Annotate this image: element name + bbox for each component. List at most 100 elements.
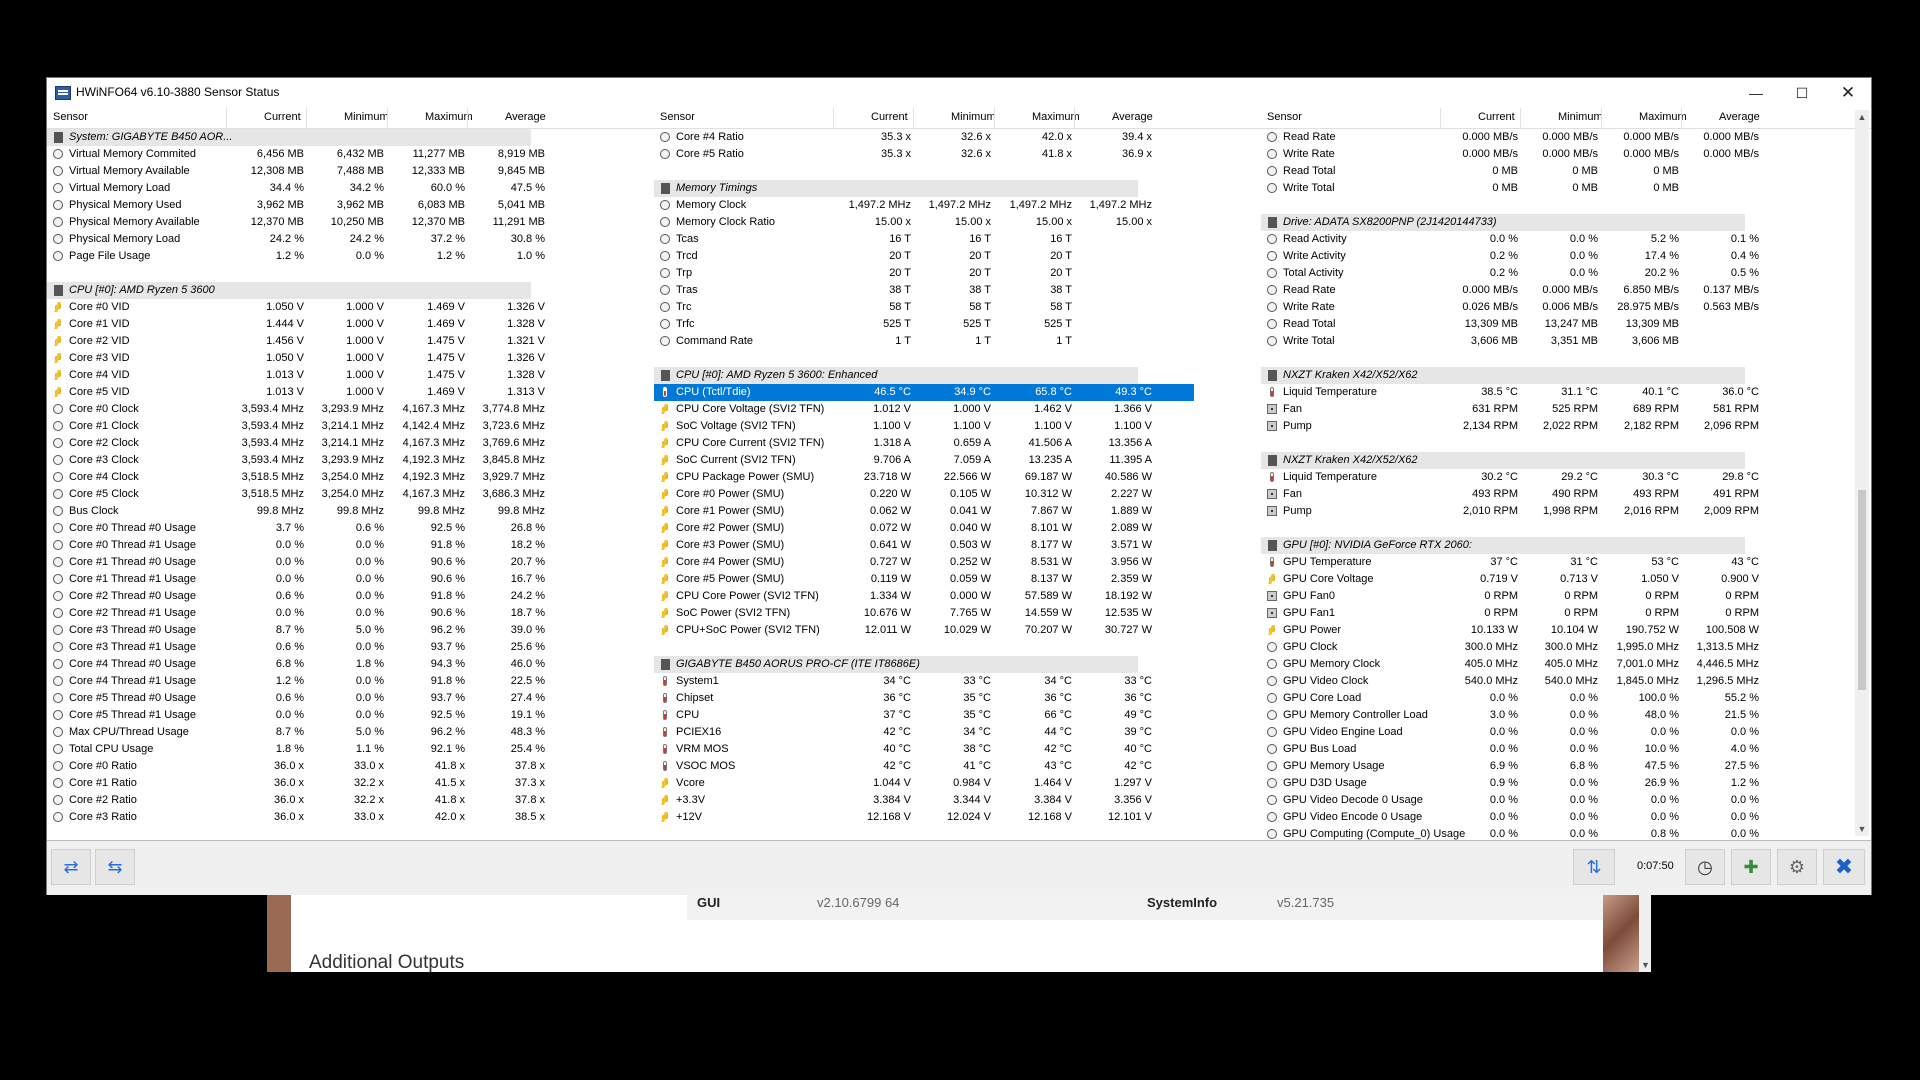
sensor-row[interactable]: CPU (Tctl/Tdie) 46.5 °C 34.9 °C 65.8 °C 49.3… bbox=[654, 384, 1194, 401]
sensor-row[interactable]: Core #1 Thread #0 Usage 0.0 % 0.0 % 90.6 % 2… bbox=[47, 554, 654, 571]
clock-reset-button[interactable]: ◷ bbox=[1685, 849, 1725, 885]
sensor-row[interactable]: Physical Memory Used 3,962 MB 3,962 MB 6,08… bbox=[47, 197, 654, 214]
sensor-group-header[interactable]: CPU [#0]: AMD Ryzen 5 3600: Enhanced bbox=[654, 367, 1138, 384]
sensor-row[interactable]: GPU Memory Controller Load 3.0 % 0.0 % 48.0… bbox=[1261, 707, 1871, 724]
sensor-row[interactable]: Write Total 3,606 MB 3,351 MB 3,606 MB bbox=[1261, 333, 1871, 350]
vertical-scrollbar[interactable]: ▲ ▼ bbox=[1855, 110, 1869, 836]
sensor-row[interactable]: Fan 631 RPM 525 RPM 689 RPM 581 RPM bbox=[1261, 401, 1871, 418]
sensor-row[interactable]: Read Activity 0.0 % 0.0 % 5.2 % 0.1 % bbox=[1261, 231, 1871, 248]
sensor-row[interactable]: Core #2 Clock 3,593.4 MHz 3,214.1 MHz 4,167… bbox=[47, 435, 654, 452]
sensor-row[interactable]: Page File Usage 1.2 % 0.0 % 1.2 % 1.0 % bbox=[47, 248, 654, 265]
column-separator[interactable] bbox=[833, 108, 834, 128]
sensor-row[interactable]: Core #5 Power (SMU) 0.119 W 0.059 W 8.137 W… bbox=[654, 571, 1261, 588]
sensor-row[interactable]: SoC Voltage (SVI2 TFN) 1.100 V 1.100 V 1.10… bbox=[654, 418, 1261, 435]
sensor-row[interactable]: Core #0 Power (SMU) 0.220 W 0.105 W 10.312 … bbox=[654, 486, 1261, 503]
sensor-row[interactable]: GPU Fan0 0 RPM 0 RPM 0 RPM 0 RPM bbox=[1261, 588, 1871, 605]
sensor-row[interactable]: Virtual Memory Available 12,308 MB 7,488 M… bbox=[47, 163, 654, 180]
column-header-sensor[interactable]: Sensor bbox=[1267, 111, 1302, 123]
sensor-row[interactable]: GPU Memory Usage 6.9 % 6.8 % 47.5 % 27.5 % bbox=[1261, 758, 1871, 775]
scrollbar-thumb[interactable] bbox=[1858, 490, 1866, 690]
sensor-row[interactable]: Core #4 Thread #1 Usage 1.2 % 0.0 % 91.8 % 2… bbox=[47, 673, 654, 690]
sensor-row[interactable]: GPU Temperature 37 °C 31 °C 53 °C 43 °C bbox=[1261, 554, 1871, 571]
column-separator[interactable] bbox=[1074, 108, 1075, 128]
scroll-down-icon[interactable]: ▼ bbox=[1855, 822, 1869, 836]
column-separator[interactable] bbox=[306, 108, 307, 128]
sensor-row[interactable]: Core #1 Power (SMU) 0.062 W 0.041 W 7.867 W… bbox=[654, 503, 1261, 520]
sensor-row[interactable]: Chipset 36 °C 35 °C 36 °C 36 °C bbox=[654, 690, 1261, 707]
sensor-row[interactable]: CPU+SoC Power (SVI2 TFN) 12.011 W 10.029 W… bbox=[654, 622, 1261, 639]
sensor-group-header[interactable]: Drive: ADATA SX8200PNP (2J1420144733) bbox=[1261, 214, 1745, 231]
maximize-button[interactable]: ☐ bbox=[1779, 78, 1825, 108]
sensor-row[interactable]: Core #4 VID 1.013 V 1.000 V 1.475 V 1.328 V bbox=[47, 367, 654, 384]
sensor-row[interactable]: +3.3V 3.384 V 3.344 V 3.384 V 3.356 V bbox=[654, 792, 1261, 809]
sensor-row[interactable]: VSOC MOS 42 °C 41 °C 43 °C 42 °C bbox=[654, 758, 1261, 775]
sensor-row[interactable]: Core #0 Thread #1 Usage 0.0 % 0.0 % 91.8 % 1… bbox=[47, 537, 654, 554]
sensor-row[interactable]: Fan 493 RPM 490 RPM 493 RPM 491 RPM bbox=[1261, 486, 1871, 503]
column-header-current[interactable]: Current bbox=[264, 111, 301, 123]
sensor-group-header[interactable]: GPU [#0]: NVIDIA GeForce RTX 2060: bbox=[1261, 537, 1745, 554]
sensor-row[interactable]: Core #3 Power (SMU) 0.641 W 0.503 W 8.177 W… bbox=[654, 537, 1261, 554]
column-header-average[interactable]: Average bbox=[505, 111, 546, 123]
sensor-row[interactable]: Core #0 VID 1.050 V 1.000 V 1.469 V 1.326 V bbox=[47, 299, 654, 316]
sensor-group-header[interactable]: System: GIGABYTE B450 AOR... bbox=[47, 129, 531, 146]
sensor-row[interactable]: CPU Package Power (SMU) 23.718 W 22.566 W 6… bbox=[654, 469, 1261, 486]
sensor-row[interactable]: GPU Video Clock 540.0 MHz 540.0 MHz 1,845.0… bbox=[1261, 673, 1871, 690]
column-header-minimum[interactable]: Minimum bbox=[1558, 111, 1603, 123]
sensor-row[interactable]: Write Rate 0.026 MB/s 0.006 MB/s 28.975 MB/… bbox=[1261, 299, 1871, 316]
sensor-row[interactable]: Read Rate 0.000 MB/s 0.000 MB/s 6.850 MB/s 0… bbox=[1261, 282, 1871, 299]
sensor-row[interactable]: GPU Bus Load 0.0 % 0.0 % 10.0 % 4.0 % bbox=[1261, 741, 1871, 758]
sensor-row[interactable]: Core #3 Clock 3,593.4 MHz 3,293.9 MHz 4,192… bbox=[47, 452, 654, 469]
close-sensors-button[interactable]: ✖ bbox=[1823, 849, 1865, 885]
column-separator[interactable] bbox=[226, 108, 227, 128]
sensor-row[interactable]: GPU Fan1 0 RPM 0 RPM 0 RPM 0 RPM bbox=[1261, 605, 1871, 622]
network-icon-button[interactable]: ⇅ bbox=[1573, 849, 1615, 885]
column-separator[interactable] bbox=[1520, 108, 1521, 128]
sensor-row[interactable]: Core #3 Ratio 36.0 x 33.0 x 42.0 x 38.5 x bbox=[47, 809, 654, 826]
sensor-row[interactable]: Core #0 Thread #0 Usage 3.7 % 0.6 % 92.5 % 2… bbox=[47, 520, 654, 537]
sensor-row[interactable]: Total CPU Usage 1.8 % 1.1 % 92.1 % 25.4 % bbox=[47, 741, 654, 758]
sensor-row[interactable]: Bus Clock 99.8 MHz 99.8 MHz 99.8 MHz 99.8 MH… bbox=[47, 503, 654, 520]
sensor-group-header[interactable]: CPU [#0]: AMD Ryzen 5 3600 bbox=[47, 282, 531, 299]
sensor-row[interactable]: SoC Current (SVI2 TFN) 9.706 A 7.059 A 13.2… bbox=[654, 452, 1261, 469]
column-header-current[interactable]: Current bbox=[871, 111, 908, 123]
column-header-current[interactable]: Current bbox=[1478, 111, 1515, 123]
sensor-group-header[interactable]: GIGABYTE B450 AORUS PRO-CF (ITE IT8686E) bbox=[654, 656, 1138, 673]
sensor-row[interactable]: GPU Power 10.133 W 10.104 W 190.752 W 100.50… bbox=[1261, 622, 1871, 639]
sensor-row[interactable]: Core #3 Thread #1 Usage 0.6 % 0.0 % 93.7 % 2… bbox=[47, 639, 654, 656]
scroll-down-icon[interactable]: ▼ bbox=[1641, 960, 1650, 970]
sensor-row[interactable]: GPU Video Engine Load 0.0 % 0.0 % 0.0 % 0.0 … bbox=[1261, 724, 1871, 741]
settings-gear-button[interactable]: ⚙ bbox=[1777, 849, 1817, 885]
sensor-row[interactable]: System1 34 °C 33 °C 34 °C 33 °C bbox=[654, 673, 1261, 690]
sensor-row[interactable]: PCIEX16 42 °C 34 °C 44 °C 39 °C bbox=[654, 724, 1261, 741]
sensor-group-header[interactable]: NXZT Kraken X42/X52/X62 bbox=[1261, 367, 1745, 384]
sensor-row[interactable]: Core #3 VID 1.050 V 1.000 V 1.475 V 1.326 V bbox=[47, 350, 654, 367]
sensor-row[interactable]: Pump 2,010 RPM 1,998 RPM 2,016 RPM 2,009 RPM bbox=[1261, 503, 1871, 520]
column-header-average[interactable]: Average bbox=[1112, 111, 1153, 123]
sensor-row[interactable]: GPU D3D Usage 0.9 % 0.0 % 26.9 % 1.2 % bbox=[1261, 775, 1871, 792]
column-separator[interactable] bbox=[1681, 108, 1682, 128]
sensor-row[interactable]: Pump 2,134 RPM 2,022 RPM 2,182 RPM 2,096 RPM bbox=[1261, 418, 1871, 435]
sensor-row[interactable]: Core #5 VID 1.013 V 1.000 V 1.469 V 1.313 V bbox=[47, 384, 654, 401]
sensor-row[interactable]: Core #4 Thread #0 Usage 6.8 % 1.8 % 94.3 % 4… bbox=[47, 656, 654, 673]
sensor-row[interactable]: Write Rate 0.000 MB/s 0.000 MB/s 0.000 MB/s… bbox=[1261, 146, 1871, 163]
sensor-row[interactable]: Total Activity 0.2 % 0.0 % 20.2 % 0.5 % bbox=[1261, 265, 1871, 282]
sensor-row[interactable]: CPU 37 °C 35 °C 66 °C 49 °C bbox=[654, 707, 1261, 724]
column-header-row[interactable]: Sensor Current Minimum Maximum Average bbox=[47, 108, 654, 129]
sensor-row[interactable]: Write Activity 0.2 % 0.0 % 17.4 % 0.4 % bbox=[1261, 248, 1871, 265]
sensor-row[interactable]: Trp 20 T 20 T 20 T bbox=[654, 265, 1261, 282]
sensor-row[interactable]: GPU Memory Clock 405.0 MHz 405.0 MHz 7,001.… bbox=[1261, 656, 1871, 673]
sensor-row[interactable]: GPU Core Load 0.0 % 0.0 % 100.0 % 55.2 % bbox=[1261, 690, 1871, 707]
sensor-panel-2[interactable]: Sensor Current Minimum Maximum Average Core #… bbox=[654, 108, 1262, 840]
sensor-row[interactable]: Vcore 1.044 V 0.984 V 1.464 V 1.297 V bbox=[654, 775, 1261, 792]
sensor-row[interactable]: Read Rate 0.000 MB/s 0.000 MB/s 0.000 MB/s 0… bbox=[1261, 129, 1871, 146]
column-separator[interactable] bbox=[1440, 108, 1441, 128]
sensor-row[interactable]: Core #1 Thread #1 Usage 0.0 % 0.0 % 90.6 % 1… bbox=[47, 571, 654, 588]
column-header-maximum[interactable]: Maximum bbox=[425, 111, 473, 123]
sensor-row[interactable]: GPU Video Decode 0 Usage 0.0 % 0.0 % 0.0 % 0… bbox=[1261, 792, 1871, 809]
collapse-columns-button[interactable]: ⇆ bbox=[95, 849, 135, 885]
sensor-row[interactable]: Core #3 Thread #0 Usage 8.7 % 5.0 % 96.2 % 3… bbox=[47, 622, 654, 639]
sensor-row[interactable]: GPU Core Voltage 0.719 V 0.713 V 1.050 V 0.9… bbox=[1261, 571, 1871, 588]
sensor-row[interactable]: Physical Memory Load 24.2 % 24.2 % 37.2 % 30… bbox=[47, 231, 654, 248]
sensor-row[interactable]: Virtual Memory Commited 6,456 MB 6,432 MB 1… bbox=[47, 146, 654, 163]
sensor-row[interactable]: +12V 12.168 V 12.024 V 12.168 V 12.101 V bbox=[654, 809, 1261, 826]
